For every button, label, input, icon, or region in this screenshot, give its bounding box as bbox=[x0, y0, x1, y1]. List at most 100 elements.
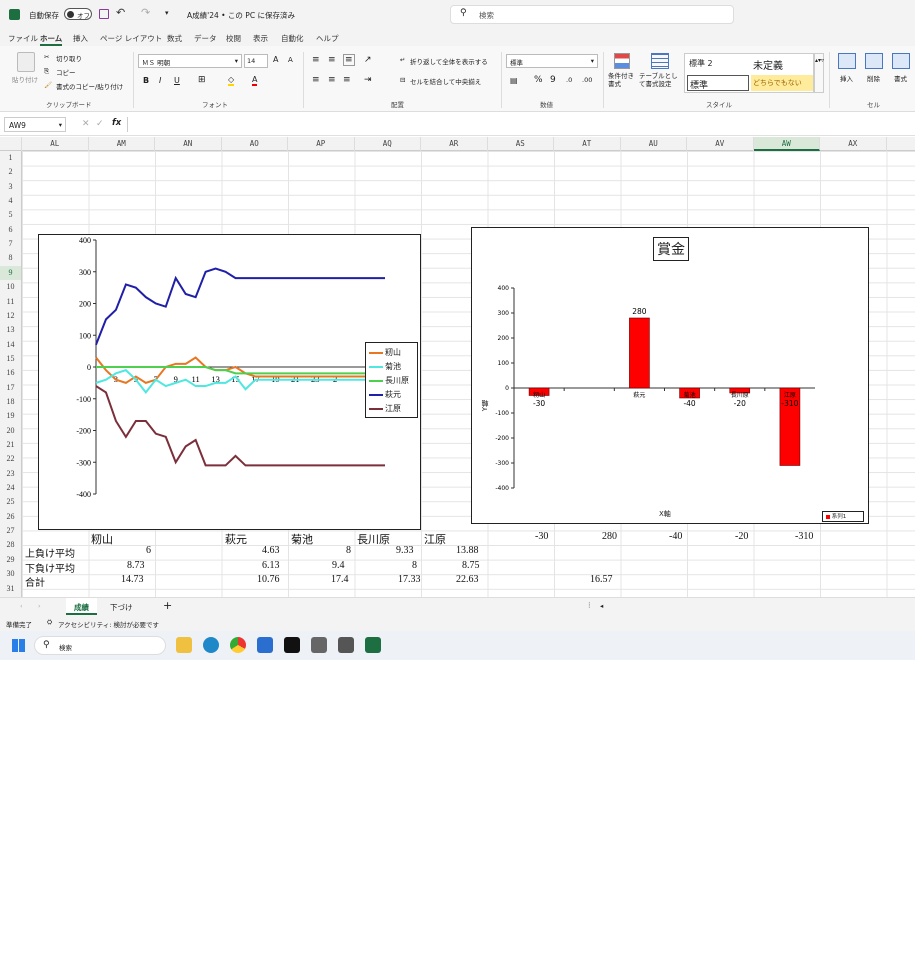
row-header[interactable]: 9 bbox=[0, 265, 21, 281]
currency-icon[interactable]: ▤ bbox=[510, 76, 518, 85]
shrink-font-button[interactable]: A bbox=[288, 56, 293, 64]
font-name-select[interactable]: ＭＳ 明朝 ▾ bbox=[138, 54, 242, 68]
row-header[interactable]: 28 bbox=[0, 538, 21, 553]
row-header[interactable]: 11 bbox=[0, 295, 21, 310]
underline-button[interactable]: U bbox=[174, 76, 180, 85]
percent-button[interactable]: % bbox=[534, 75, 543, 85]
align-middle-icon[interactable]: ≡ bbox=[328, 55, 336, 65]
save-icon[interactable] bbox=[99, 9, 109, 19]
row-header[interactable]: 19 bbox=[0, 409, 21, 424]
row-header[interactable]: 22 bbox=[0, 452, 21, 467]
insert-function-button[interactable]: fx bbox=[112, 118, 121, 128]
increase-decimal-icon[interactable]: .0 bbox=[566, 76, 572, 84]
row-label-cell[interactable]: 上負け平均 bbox=[25, 545, 75, 560]
delete-cells-button[interactable]: 削除 bbox=[867, 73, 880, 83]
format-cells-button[interactable]: 書式 bbox=[894, 73, 907, 83]
orientation-icon[interactable]: ↗ bbox=[364, 55, 372, 65]
number-format-select[interactable]: 標準 ▾ bbox=[506, 54, 598, 68]
column-header[interactable]: AR bbox=[421, 137, 488, 151]
format-as-table-button[interactable]: テーブルとして書式設定 bbox=[639, 72, 683, 88]
italic-button[interactable]: I bbox=[159, 76, 161, 85]
header-cell[interactable]: 萩元 bbox=[225, 531, 247, 547]
formula-input[interactable] bbox=[127, 117, 913, 132]
row-header[interactable]: 7 bbox=[0, 237, 21, 252]
hscroll-left-icon[interactable]: ◂ bbox=[600, 602, 603, 610]
column-header-selected[interactable]: AW bbox=[753, 137, 820, 151]
edge-icon[interactable] bbox=[203, 637, 219, 653]
row-header[interactable]: 26 bbox=[0, 510, 21, 525]
name-box[interactable]: AW9 ▾ bbox=[4, 117, 66, 132]
row-header[interactable]: 6 bbox=[0, 223, 21, 238]
tab-formulas[interactable]: 数式 bbox=[167, 33, 182, 44]
tab-data[interactable]: データ bbox=[194, 33, 217, 44]
row-header[interactable]: 13 bbox=[0, 323, 21, 338]
value-cell[interactable]: 22.63 bbox=[456, 574, 479, 585]
align-left-icon[interactable]: ≡ bbox=[312, 75, 320, 85]
value-cell[interactable]: 14.73 bbox=[121, 574, 144, 585]
fill-color-icon[interactable]: ◇ bbox=[228, 75, 235, 86]
excel-taskbar-icon[interactable] bbox=[365, 637, 381, 653]
column-header[interactable]: AT bbox=[554, 137, 621, 151]
redo-icon[interactable]: ↷ bbox=[141, 6, 150, 19]
clock-app-icon[interactable] bbox=[284, 637, 300, 653]
value-cell[interactable]: 8.73 bbox=[127, 560, 145, 571]
search-box[interactable]: ⚲ 検索 bbox=[450, 5, 734, 24]
row-header[interactable]: 1 bbox=[0, 151, 21, 166]
header-cell[interactable]: 菊池 bbox=[291, 531, 313, 547]
enter-icon[interactable]: ✓ bbox=[96, 119, 104, 129]
tab-automate[interactable]: 自動化 bbox=[281, 33, 304, 44]
file-explorer-icon[interactable] bbox=[176, 637, 192, 653]
format-painter-button[interactable]: 書式のコピー/貼り付け bbox=[56, 81, 123, 91]
add-sheet-icon[interactable]: + bbox=[163, 599, 172, 612]
style-normal-2[interactable]: 標準 2 bbox=[689, 58, 713, 69]
value-cell[interactable]: 4.63 bbox=[262, 545, 280, 556]
insert-cells-icon[interactable] bbox=[838, 53, 856, 69]
row-header[interactable]: 21 bbox=[0, 438, 21, 453]
row-header[interactable]: 10 bbox=[0, 280, 21, 295]
conditional-format-icon[interactable] bbox=[614, 53, 630, 69]
row-header[interactable]: 17 bbox=[0, 381, 21, 396]
tab-file[interactable]: ファイル bbox=[8, 33, 38, 44]
conditional-format-button[interactable]: 条件付き書式 bbox=[608, 72, 638, 88]
row-header[interactable]: 29 bbox=[0, 553, 21, 568]
bold-button[interactable]: B bbox=[143, 76, 149, 85]
tab-view[interactable]: 表示 bbox=[253, 33, 268, 44]
align-top-icon[interactable]: ≡ bbox=[312, 55, 320, 65]
customize-icon[interactable]: ▾ bbox=[165, 9, 169, 17]
decrease-decimal-icon[interactable]: .00 bbox=[582, 76, 592, 84]
prize-cell[interactable]: -30 bbox=[535, 531, 548, 542]
value-cell[interactable]: 13.88 bbox=[456, 545, 479, 556]
column-header[interactable]: AM bbox=[89, 137, 155, 151]
store-icon[interactable] bbox=[257, 637, 273, 653]
column-header[interactable]: AN bbox=[155, 137, 222, 151]
tab-insert[interactable]: 挿入 bbox=[73, 33, 88, 44]
row-header[interactable]: 25 bbox=[0, 495, 21, 510]
header-cell[interactable]: 江原 bbox=[424, 531, 446, 547]
align-right-icon[interactable]: ≡ bbox=[343, 75, 351, 85]
calculator-icon[interactable] bbox=[311, 637, 327, 653]
row-header[interactable]: 16 bbox=[0, 366, 21, 381]
autosave-toggle[interactable]: オフ bbox=[64, 8, 92, 20]
value-cell[interactable]: 17.4 bbox=[331, 574, 349, 585]
font-color-button[interactable]: A bbox=[252, 75, 258, 86]
value-cell[interactable]: 8 bbox=[412, 560, 417, 571]
format-cells-icon[interactable] bbox=[892, 53, 910, 69]
row-header[interactable]: 30 bbox=[0, 567, 21, 582]
row-header[interactable]: 24 bbox=[0, 481, 21, 496]
wrap-text-button[interactable]: 折り返して全体を表示する bbox=[410, 56, 488, 66]
font-size-select[interactable]: 14 bbox=[244, 54, 268, 68]
value-cell[interactable]: 16.57 bbox=[590, 574, 613, 585]
scroll-right-icon[interactable]: › bbox=[38, 602, 41, 610]
value-cell[interactable]: 8.75 bbox=[462, 560, 480, 571]
insert-cells-button[interactable]: 挿入 bbox=[840, 73, 853, 83]
comma-button[interactable]: 9 bbox=[550, 75, 556, 85]
chrome-icon[interactable] bbox=[230, 637, 246, 653]
prize-cell[interactable]: -20 bbox=[735, 531, 748, 542]
header-cell[interactable]: 籾山 bbox=[91, 531, 113, 547]
column-header[interactable]: AU bbox=[621, 137, 687, 151]
column-header[interactable]: AV bbox=[687, 137, 754, 151]
align-bottom-icon[interactable]: ≡ bbox=[343, 54, 355, 66]
more-icon[interactable]: ⋮ bbox=[586, 601, 593, 609]
prize-cell[interactable]: 280 bbox=[602, 531, 617, 542]
line-chart[interactable]: 400 300 200 100 0 -100 -200 -300 -400 3 5 7 9 11 13 15 1… bbox=[38, 234, 421, 530]
